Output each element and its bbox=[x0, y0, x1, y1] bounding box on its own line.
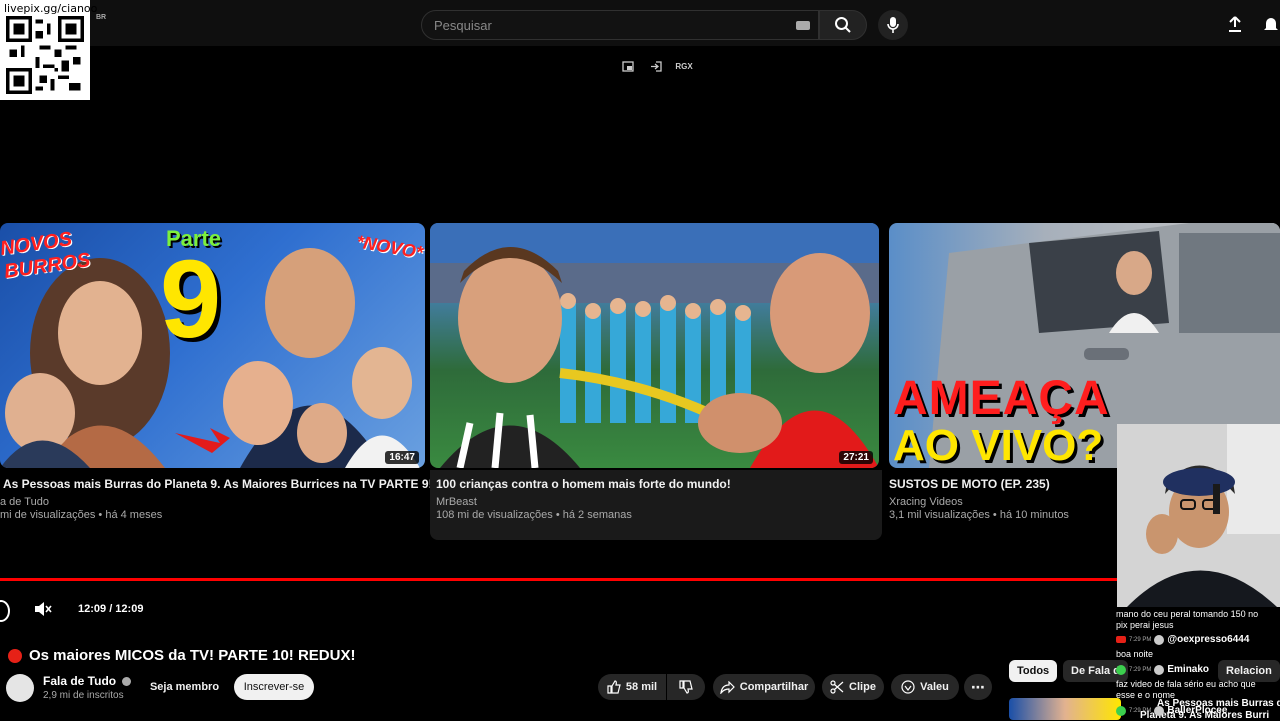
badge-icon bbox=[1116, 664, 1126, 675]
chat-author-row: 7:29 PM @oexpresso6444 bbox=[1116, 634, 1249, 645]
progress-bar[interactable] bbox=[0, 578, 1118, 581]
video-meta-2: 108 mi de visualizações • há 2 semanas bbox=[436, 509, 632, 521]
exit-button[interactable] bbox=[646, 56, 666, 76]
upload-icon[interactable] bbox=[1226, 15, 1244, 33]
pip-icon bbox=[621, 60, 634, 72]
qr-code-icon bbox=[6, 16, 84, 94]
mute-icon[interactable] bbox=[34, 601, 52, 617]
thumbs-up-icon bbox=[607, 680, 621, 694]
video-main-title: Os maiores MICOS da TV! PARTE 10! REDUX! bbox=[29, 647, 356, 664]
thumb-number: 9 bbox=[160, 238, 222, 361]
like-count: 58 mil bbox=[625, 681, 658, 693]
search-button[interactable] bbox=[819, 10, 867, 40]
chat-username: Eminako bbox=[1167, 664, 1210, 675]
video-meta-1: mi de visualizações • há 4 meses bbox=[0, 509, 163, 521]
voice-search-button[interactable] bbox=[878, 10, 908, 40]
thumbnail-art bbox=[430, 223, 879, 468]
dislike-button[interactable] bbox=[667, 674, 705, 700]
thanks-label: Valeu bbox=[920, 681, 949, 693]
thumb-line1: AMEAÇA bbox=[893, 372, 1110, 425]
chat-author-row: 7:29 PM Eminako bbox=[1116, 664, 1209, 675]
chat-time: 7:29 PM bbox=[1129, 707, 1152, 714]
verified-icon bbox=[122, 677, 132, 687]
rgx-button[interactable]: RGX bbox=[674, 56, 694, 76]
video-title-2[interactable]: 100 crianças contra o homem mais forte d… bbox=[436, 477, 731, 491]
chat-time: 7:29 PM bbox=[1129, 636, 1152, 643]
webcam-overlay bbox=[1117, 424, 1280, 607]
video-channel-3[interactable]: Xracing Videos bbox=[889, 496, 963, 508]
video-duration: 16:47 bbox=[385, 451, 419, 464]
pip-button[interactable] bbox=[618, 56, 638, 76]
tab-all[interactable]: Todos bbox=[1009, 660, 1058, 682]
tab-all-label: Todos bbox=[1017, 665, 1050, 677]
youtube-icon bbox=[1116, 636, 1126, 643]
search-icon bbox=[835, 17, 851, 33]
like-button[interactable]: 58 mil bbox=[598, 674, 666, 700]
chat-message: faz video de fala sério eu acho que bbox=[1116, 679, 1256, 689]
channel-name-text[interactable]: Fala de Tudo bbox=[43, 674, 116, 688]
share-icon bbox=[720, 680, 735, 694]
chat-avatar bbox=[1154, 705, 1165, 716]
chat-author-row: 7:29 PM BallerPlocee bbox=[1116, 705, 1227, 716]
video-thumbnail-2[interactable]: 27:21 bbox=[430, 223, 879, 468]
search-bar[interactable]: Pesquisar bbox=[421, 10, 819, 40]
share-button[interactable]: Compartilhar bbox=[713, 674, 815, 700]
video-channel-1[interactable]: a de Tudo bbox=[0, 496, 49, 508]
thanks-button[interactable]: Valeu bbox=[891, 674, 959, 700]
chat-avatar bbox=[1154, 634, 1165, 645]
subscriber-count: 2,9 mi de inscritos bbox=[43, 690, 124, 701]
live-indicator bbox=[8, 649, 22, 663]
thumb-line2: AO VIVO? bbox=[893, 421, 1104, 468]
qr-overlay: livepix.gg/cianoo bbox=[0, 0, 97, 100]
channel-name[interactable]: Fala de Tudo bbox=[43, 674, 132, 688]
subscribe-label: Inscrever-se bbox=[243, 681, 305, 693]
exit-icon bbox=[650, 60, 662, 72]
video-thumbnail-1[interactable]: NOVOS BURROS Parte 9 *NOVO* 16:47 bbox=[0, 223, 425, 468]
mini-player-controls: RGX bbox=[618, 56, 694, 76]
subscribe-button[interactable]: Inscrever-se bbox=[234, 674, 314, 700]
scissors-icon bbox=[830, 680, 844, 694]
related-thumbnail[interactable] bbox=[1009, 698, 1121, 720]
video-title-3[interactable]: SUSTOS DE MOTO (EP. 235) bbox=[889, 477, 1050, 491]
replay-button[interactable] bbox=[0, 600, 10, 622]
more-icon: ⋯ bbox=[971, 678, 985, 695]
keyboard-icon[interactable] bbox=[796, 21, 810, 30]
clip-button[interactable]: Clipe bbox=[822, 674, 884, 700]
super-thanks-icon bbox=[901, 680, 915, 694]
share-label: Compartilhar bbox=[739, 681, 809, 693]
tab-related-label: Relacion bbox=[1226, 665, 1272, 677]
chat-message: pix perai jesus bbox=[1116, 620, 1174, 630]
chat-username: @oexpresso6444 bbox=[1167, 634, 1250, 645]
thumbs-down-icon bbox=[679, 680, 693, 694]
time-display: 12:09 / 12:09 bbox=[78, 603, 144, 615]
bell-icon[interactable] bbox=[1262, 15, 1280, 33]
chat-message: boa noite bbox=[1116, 649, 1154, 659]
more-actions-button[interactable]: ⋯ bbox=[964, 674, 992, 700]
streamer-figure bbox=[1117, 424, 1280, 607]
tab-channel-label: De Fala d bbox=[1071, 665, 1120, 677]
country-code: BR bbox=[96, 14, 107, 21]
video-title-1[interactable]: As Pessoas mais Burras do Planeta 9. As … bbox=[3, 477, 433, 491]
video-channel-2[interactable]: MrBeast bbox=[436, 496, 477, 508]
chat-avatar bbox=[1154, 664, 1165, 675]
video-meta-3: 3,1 mil visualizações • há 10 minutos bbox=[889, 509, 1069, 521]
qr-url: livepix.gg/cianoo bbox=[4, 2, 98, 15]
search-input[interactable]: Pesquisar bbox=[434, 18, 492, 33]
join-button[interactable]: Seja membro bbox=[143, 674, 226, 700]
chat-time: 7:29 PM bbox=[1129, 666, 1152, 673]
mic-icon bbox=[887, 17, 899, 33]
video-duration: 27:21 bbox=[839, 451, 873, 464]
chat-message: esse e o nome bbox=[1116, 690, 1176, 700]
chat-username: BallerPlocee bbox=[1167, 705, 1228, 716]
chat-message: mano do ceu peral tomando 150 no bbox=[1116, 609, 1259, 619]
join-label: Seja membro bbox=[149, 681, 220, 693]
badge-icon bbox=[1116, 705, 1126, 716]
channel-avatar[interactable] bbox=[6, 674, 34, 702]
clip-label: Clipe bbox=[849, 681, 876, 693]
